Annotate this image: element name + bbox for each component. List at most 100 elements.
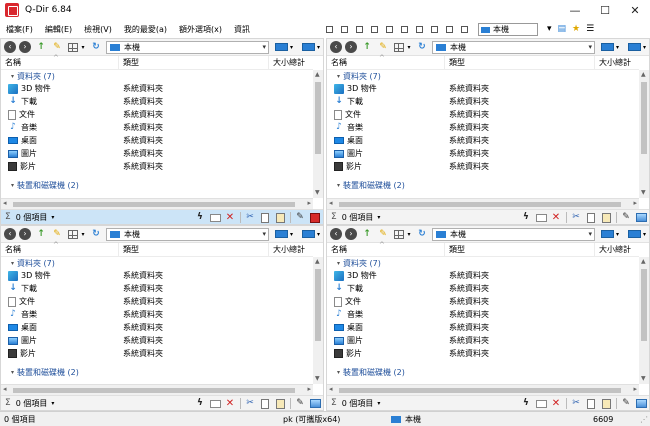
preview-view-button[interactable]: ▾ (299, 41, 323, 54)
layout-icon[interactable] (341, 25, 348, 33)
scroll-up-icon[interactable]: ▲ (315, 71, 320, 78)
layout-icon[interactable] (431, 25, 438, 33)
list-item[interactable]: 桌面 系統資料夾 (327, 134, 639, 147)
address-bar[interactable]: 本機 ▾ (432, 40, 595, 54)
list-item[interactable]: ♪ 音樂 系統資料夾 (1, 121, 313, 134)
up-folder-icon[interactable]: ↑ (361, 41, 373, 53)
email-button[interactable] (535, 398, 547, 410)
list-item[interactable]: ↓ 下載 系統資料夾 (327, 95, 639, 108)
delete-icon[interactable]: ✕ (224, 212, 236, 224)
copy-button[interactable] (585, 212, 597, 224)
preview-view-button[interactable]: ▾ (625, 228, 649, 241)
up-folder-icon[interactable]: ↑ (361, 228, 373, 240)
layout-icon[interactable] (401, 25, 408, 33)
scroll-right-icon[interactable]: ▸ (307, 199, 311, 207)
list-item[interactable]: 文件 系統資料夾 (327, 295, 639, 308)
minimize-button[interactable]: — (560, 0, 590, 20)
layout-icon[interactable] (461, 25, 468, 33)
scroll-up-icon[interactable]: ▲ (641, 258, 646, 265)
layout-icon[interactable] (386, 25, 393, 33)
count-dropdown-icon[interactable]: ▾ (51, 400, 54, 407)
horizontal-scrollbar[interactable]: ◂ ▸ (327, 198, 639, 209)
maximize-button[interactable]: ☐ (590, 0, 620, 20)
grid-view-icon[interactable] (67, 228, 79, 240)
menu-info[interactable]: 資訊 (228, 24, 256, 35)
rename-pen-icon[interactable]: ✎ (294, 212, 306, 224)
forward-icon[interactable]: › (19, 41, 31, 53)
close-button[interactable]: ✕ (620, 0, 650, 20)
scroll-left-icon[interactable]: ◂ (3, 199, 7, 207)
count-dropdown-icon[interactable]: ▾ (377, 214, 380, 221)
count-dropdown-icon[interactable]: ▾ (377, 400, 380, 407)
scroll-left-icon[interactable]: ◂ (329, 199, 333, 207)
list-item[interactable]: 桌面 系統資料夾 (327, 321, 639, 334)
list-item[interactable]: ♪ 音樂 系統資料夾 (1, 308, 313, 321)
scrollbar-thumb[interactable] (315, 269, 321, 341)
pane-indicator-button[interactable] (309, 398, 321, 410)
list-item[interactable]: ↓ 下載 系統資料夾 (327, 282, 639, 295)
list-item[interactable]: 影片 系統資料夾 (1, 347, 313, 360)
forward-icon[interactable]: › (345, 228, 357, 240)
scroll-left-icon[interactable]: ◂ (3, 385, 7, 393)
desktop-view-button[interactable]: ▾ (598, 41, 622, 54)
lightning-icon[interactable]: ϟ (520, 212, 532, 224)
menu-extras[interactable]: 額外選項(x) (173, 24, 228, 35)
scrollbar-thumb[interactable] (641, 269, 647, 341)
list-item[interactable]: 影片 系統資料夾 (327, 347, 639, 360)
layout-icon[interactable] (446, 25, 453, 33)
count-dropdown-icon[interactable]: ▾ (51, 214, 54, 221)
layout-icon[interactable] (371, 25, 378, 33)
horizontal-scrollbar[interactable]: ◂ ▸ (1, 384, 313, 395)
address-bar[interactable]: 本機 ▾ (432, 227, 595, 241)
layout-icon[interactable] (416, 25, 423, 33)
vertical-scrollbar[interactable]: ▲ ▼ (639, 70, 649, 198)
favorites-star-icon[interactable]: ★ (572, 24, 580, 34)
quick-location-combo[interactable]: 本機 (478, 22, 538, 36)
desktop-view-button[interactable]: ▾ (272, 228, 296, 241)
network-icon[interactable]: ▤ (558, 24, 567, 34)
group-header-folders[interactable]: ▾ 資料夾 (7) (327, 257, 639, 269)
group-header-folders[interactable]: ▾ 資料夾 (7) (327, 70, 639, 82)
menu-view[interactable]: 檢視(V) (78, 24, 118, 35)
lightning-icon[interactable]: ϟ (194, 398, 206, 410)
group-header-devices[interactable]: ▾ 裝置和磁碟機 (2) (327, 366, 639, 378)
column-name[interactable]: 名稱 (1, 238, 119, 257)
scrollbar-thumb[interactable] (339, 202, 621, 207)
toolbar-options-icon[interactable]: ☰ (586, 24, 594, 34)
lightning-icon[interactable]: ϟ (520, 398, 532, 410)
layout-icon[interactable] (356, 25, 363, 33)
column-type[interactable]: 類型 (119, 242, 269, 257)
column-size[interactable]: 大小總計 (269, 243, 305, 257)
scroll-right-icon[interactable]: ▸ (307, 385, 311, 393)
list-item[interactable]: 桌面 系統資料夾 (1, 321, 313, 334)
forward-icon[interactable]: › (19, 228, 31, 240)
address-dropdown-icon[interactable]: ▾ (262, 43, 266, 51)
pane-indicator-button[interactable] (635, 212, 647, 224)
address-bar[interactable]: 本機 ▾ (106, 40, 269, 54)
refresh-icon[interactable]: ↻ (90, 228, 102, 240)
list-item[interactable]: 3D 物件 系統資料夾 (327, 82, 639, 95)
list-item[interactable]: ♪ 音樂 系統資料夾 (327, 308, 639, 321)
group-header-devices[interactable]: ▾ 裝置和磁碟機 (2) (1, 366, 313, 378)
scrollbar-thumb[interactable] (339, 388, 621, 393)
email-button[interactable] (209, 212, 221, 224)
scrollbar-thumb[interactable] (13, 202, 295, 207)
paste-button[interactable] (274, 398, 286, 410)
back-icon[interactable]: ‹ (330, 228, 342, 240)
preview-view-button[interactable]: ▾ (625, 41, 649, 54)
delete-icon[interactable]: ✕ (550, 398, 562, 410)
column-name[interactable]: 名稱 (327, 51, 445, 70)
grid-view-icon[interactable] (67, 41, 79, 53)
scrollbar-thumb[interactable] (13, 388, 295, 393)
cut-icon[interactable]: ✂ (570, 212, 582, 224)
back-icon[interactable]: ‹ (4, 41, 16, 53)
email-button[interactable] (209, 398, 221, 410)
copy-button[interactable] (585, 398, 597, 410)
list-item[interactable]: ↓ 下載 系統資料夾 (1, 282, 313, 295)
column-name[interactable]: 名稱 (327, 238, 445, 257)
list-item[interactable]: 3D 物件 系統資料夾 (1, 82, 313, 95)
group-header-folders[interactable]: ▾ 資料夾 (7) (1, 70, 313, 82)
scroll-right-icon[interactable]: ▸ (633, 199, 637, 207)
back-icon[interactable]: ‹ (4, 228, 16, 240)
view-dropdown-icon[interactable]: ▾ (406, 41, 412, 53)
